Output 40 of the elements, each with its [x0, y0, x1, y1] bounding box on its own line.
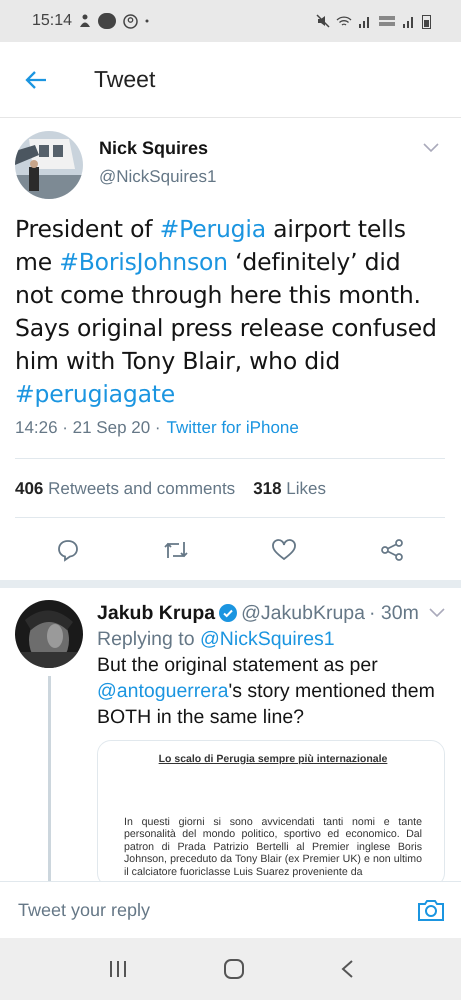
back-button[interactable] [24, 70, 48, 90]
home-button[interactable] [222, 958, 244, 980]
mute-icon [316, 14, 330, 28]
reply-text: But the original statement as per @antoguerrera's story mentioned them BOTH in the same line? [97, 653, 436, 730]
recent-apps-button[interactable] [108, 960, 128, 978]
chevron-down-icon [429, 608, 445, 618]
person-icon [79, 14, 92, 28]
back-nav-button[interactable] [340, 959, 354, 979]
replying-label: Replying to [97, 628, 195, 650]
reply-icon[interactable] [56, 538, 80, 562]
wifi-icon [336, 14, 352, 28]
author-name: Nick Squires [99, 138, 210, 159]
source-link[interactable]: Twitter for iPhone [166, 418, 299, 438]
document-text: In questi giorni si sono avvicendati tanti nomi e tante personalità del mondo politico, sportivo ed economico. Dal patron di Prada Patrizio Bertelli al Premier inglese Boris Johnson, preceduto da Tony Blair (ex Premier UK) e non ultimo il calciatore fuoriclasse Luis Suarez proveniente da [124, 816, 422, 878]
reply-input[interactable]: Tweet your reply [16, 898, 417, 922]
stat-count[interactable]: 318 Likes [253, 479, 326, 499]
status-time: 15:14 [32, 12, 72, 30]
share-icon[interactable] [380, 538, 404, 562]
account-icon [123, 14, 138, 28]
tweet-timestamp: 14:26 · 21 Sep 20 · [15, 418, 161, 438]
page-title: Tweet [94, 66, 156, 93]
author-handle: @JakubKrupa [241, 601, 365, 626]
chevron-down-icon [423, 143, 439, 153]
tweet-text: President of #Perugia airport tells me #BorisJohnson ‘definitely’ did not come through here this month. Says original press release confused him with Tony Blair, who did #perugiagate [15, 214, 438, 410]
like-icon[interactable] [271, 538, 298, 562]
battery-icon [422, 14, 431, 28]
hashtag-link[interactable]: #perugiagate [15, 380, 176, 408]
dot-icon [145, 19, 150, 23]
author-handle: @NickSquires1 [99, 167, 218, 187]
reply-time: · 30m [369, 601, 419, 626]
camera-icon[interactable] [417, 898, 445, 922]
stat-count[interactable]: 406 Retweets and comments [15, 479, 236, 499]
mention-link[interactable]: @NickSquires1 [200, 628, 335, 650]
hashtag-link[interactable]: #Perugia [160, 215, 266, 243]
signal-icon [402, 14, 416, 28]
hashtag-link[interactable]: #BorisJohnson [59, 248, 228, 276]
signal-icon [358, 14, 372, 28]
document-title: Lo scalo di Perugia sempre più internazionale [158, 753, 388, 766]
author-name: Jakub Krupa [97, 601, 216, 626]
mention-link[interactable]: @antoguerrera [97, 680, 228, 702]
